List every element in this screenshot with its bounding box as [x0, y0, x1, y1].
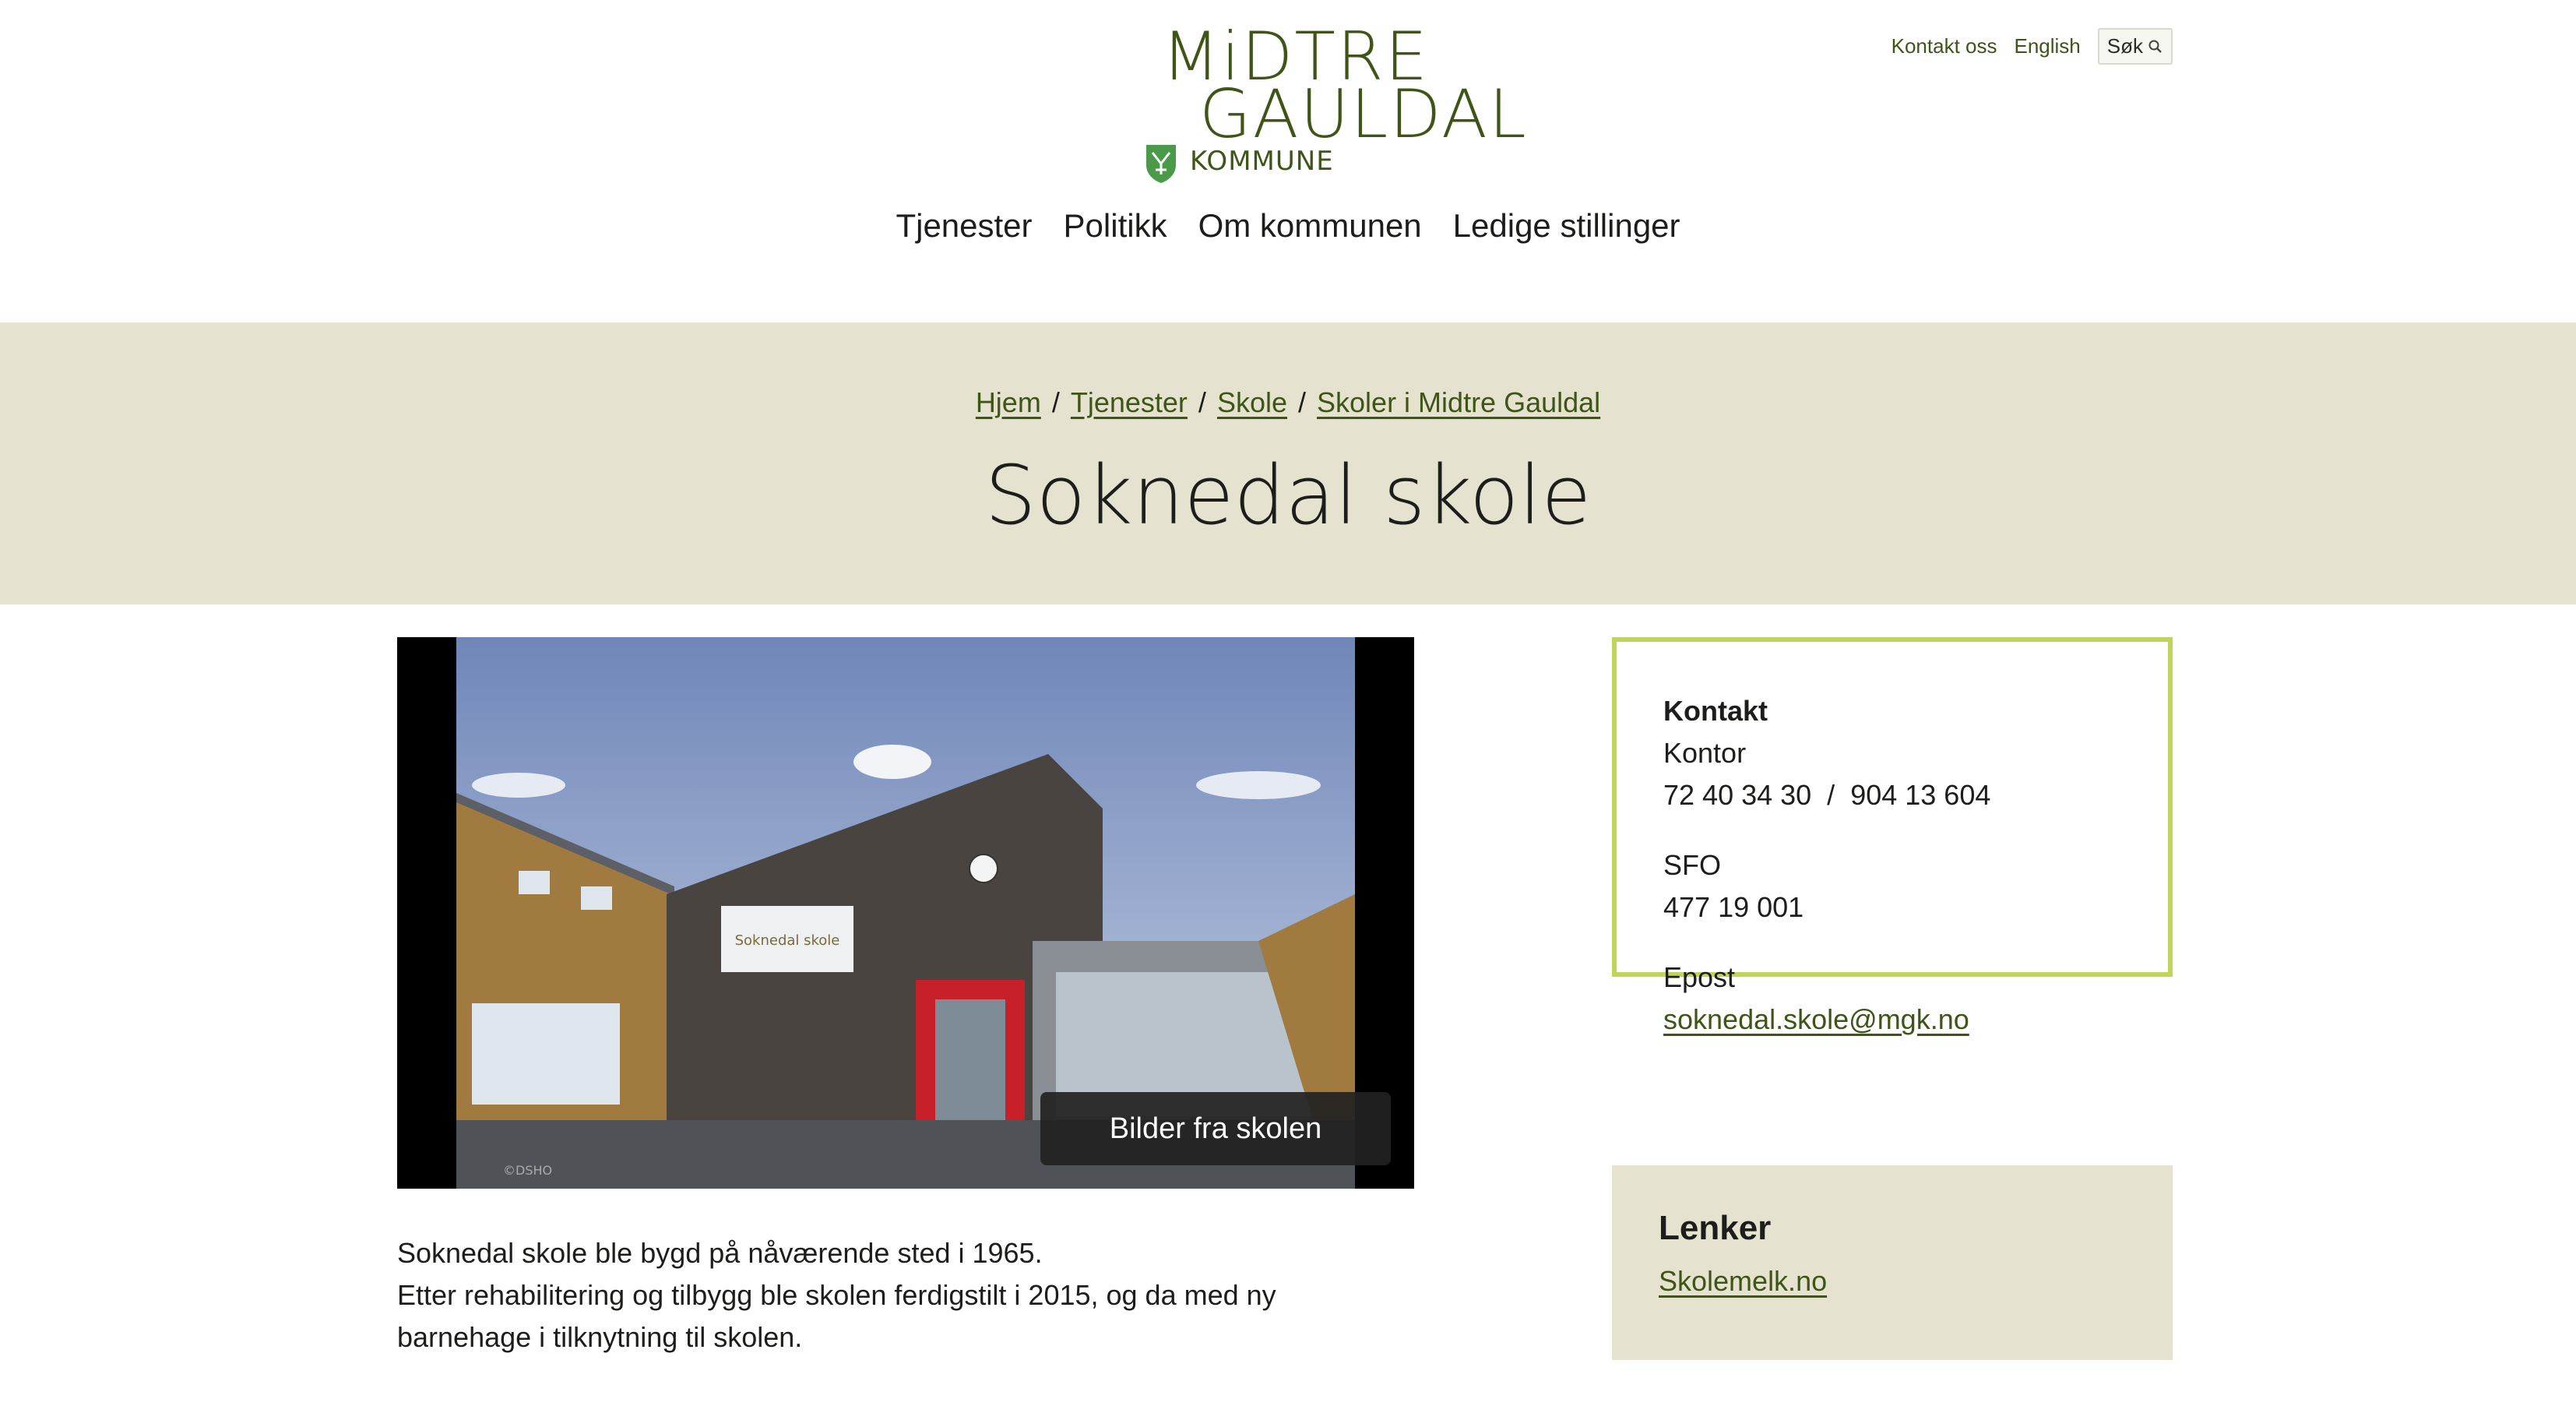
intro-line-1: Soknedal skole ble bygd på nåværende ste…	[397, 1237, 1043, 1269]
contact-email-group: Epost soknedal.skole@mgk.no	[1663, 957, 2168, 1041]
breadcrumb-tjenester[interactable]: Tjenester	[1071, 386, 1188, 418]
search-icon	[2148, 40, 2162, 53]
link-skolemelk[interactable]: Skolemelk.no	[1659, 1265, 1827, 1297]
intro-text: Soknedal skole ble bygd på nåværende ste…	[397, 1232, 1378, 1358]
sfo-phone: 477 19 001	[1663, 891, 1804, 923]
nav-item-tjenester[interactable]: Tjenester	[896, 207, 1032, 245]
sfo-label: SFO	[1663, 849, 1722, 881]
site-logo[interactable]: MiDTRE GAULDAL KOMMUNE	[1145, 23, 1526, 187]
intro-line-2: Etter rehabilitering og tilbygg ble skol…	[397, 1279, 1276, 1353]
nav-item-politikk[interactable]: Politikk	[1064, 207, 1167, 245]
main-nav: Tjenester Politikk Om kommunen Ledige st…	[0, 207, 2576, 245]
contact-office-group: Kontakt Kontor 72 40 34 30 / 904 13 604	[1663, 690, 2168, 816]
gallery-button[interactable]: Bilder fra skolen	[1040, 1092, 1391, 1165]
contact-sfo-group: SFO 477 19 001	[1663, 844, 2168, 928]
breadcrumb-separator: /	[1051, 386, 1060, 418]
school-sign: Soknedal skole	[735, 932, 840, 949]
english-link[interactable]: English	[2014, 34, 2080, 58]
email-link[interactable]: soknedal.skole@mgk.no	[1663, 1003, 1969, 1035]
nav-item-om-kommunen[interactable]: Om kommunen	[1198, 207, 1422, 245]
breadcrumb-skole[interactable]: Skole	[1217, 386, 1287, 418]
search-button[interactable]: Søk	[2097, 28, 2173, 65]
breadcrumb: Hjem / Tjenester / Skole / Skoler i Midtre Gau…	[0, 386, 2576, 419]
contact-heading: Kontakt	[1663, 695, 1768, 727]
breadcrumb-separator: /	[1298, 386, 1307, 418]
hero-image[interactable]: Soknedal skole ©DSHO Bilder fra skolen	[397, 637, 1414, 1189]
page-banner: Hjem / Tjenester / Skole / Skoler i Midtre Gau…	[0, 322, 2576, 604]
breadcrumb-skoler[interactable]: Skoler i Midtre Gauldal	[1317, 386, 1600, 418]
links-box: Lenker Skolemelk.no	[1612, 1165, 2173, 1360]
logo-line-2: GAULDAL	[1199, 76, 1528, 153]
photo-watermark: ©DSHO	[503, 1163, 552, 1178]
utility-nav: Kontakt oss English Søk	[1892, 28, 2173, 65]
contact-box: Kontakt Kontor 72 40 34 30 / 904 13 604 …	[1612, 637, 2173, 1035]
office-phone: 72 40 34 30 / 904 13 604	[1663, 779, 1991, 811]
logo-line-3: KOMMUNE	[1190, 146, 1334, 177]
search-label: Søk	[2106, 34, 2143, 58]
page-title: Soknedal skole	[984, 448, 1592, 543]
office-label: Kontor	[1663, 737, 1747, 769]
nav-item-ledige-stillinger[interactable]: Ledige stillinger	[1453, 207, 1680, 245]
breadcrumb-hjem[interactable]: Hjem	[976, 386, 1041, 418]
contact-link[interactable]: Kontakt oss	[1892, 34, 1997, 58]
crest-icon	[1146, 145, 1176, 183]
links-heading: Lenker	[1659, 1209, 1772, 1247]
breadcrumb-separator: /	[1198, 386, 1206, 418]
email-label: Epost	[1663, 961, 1736, 993]
